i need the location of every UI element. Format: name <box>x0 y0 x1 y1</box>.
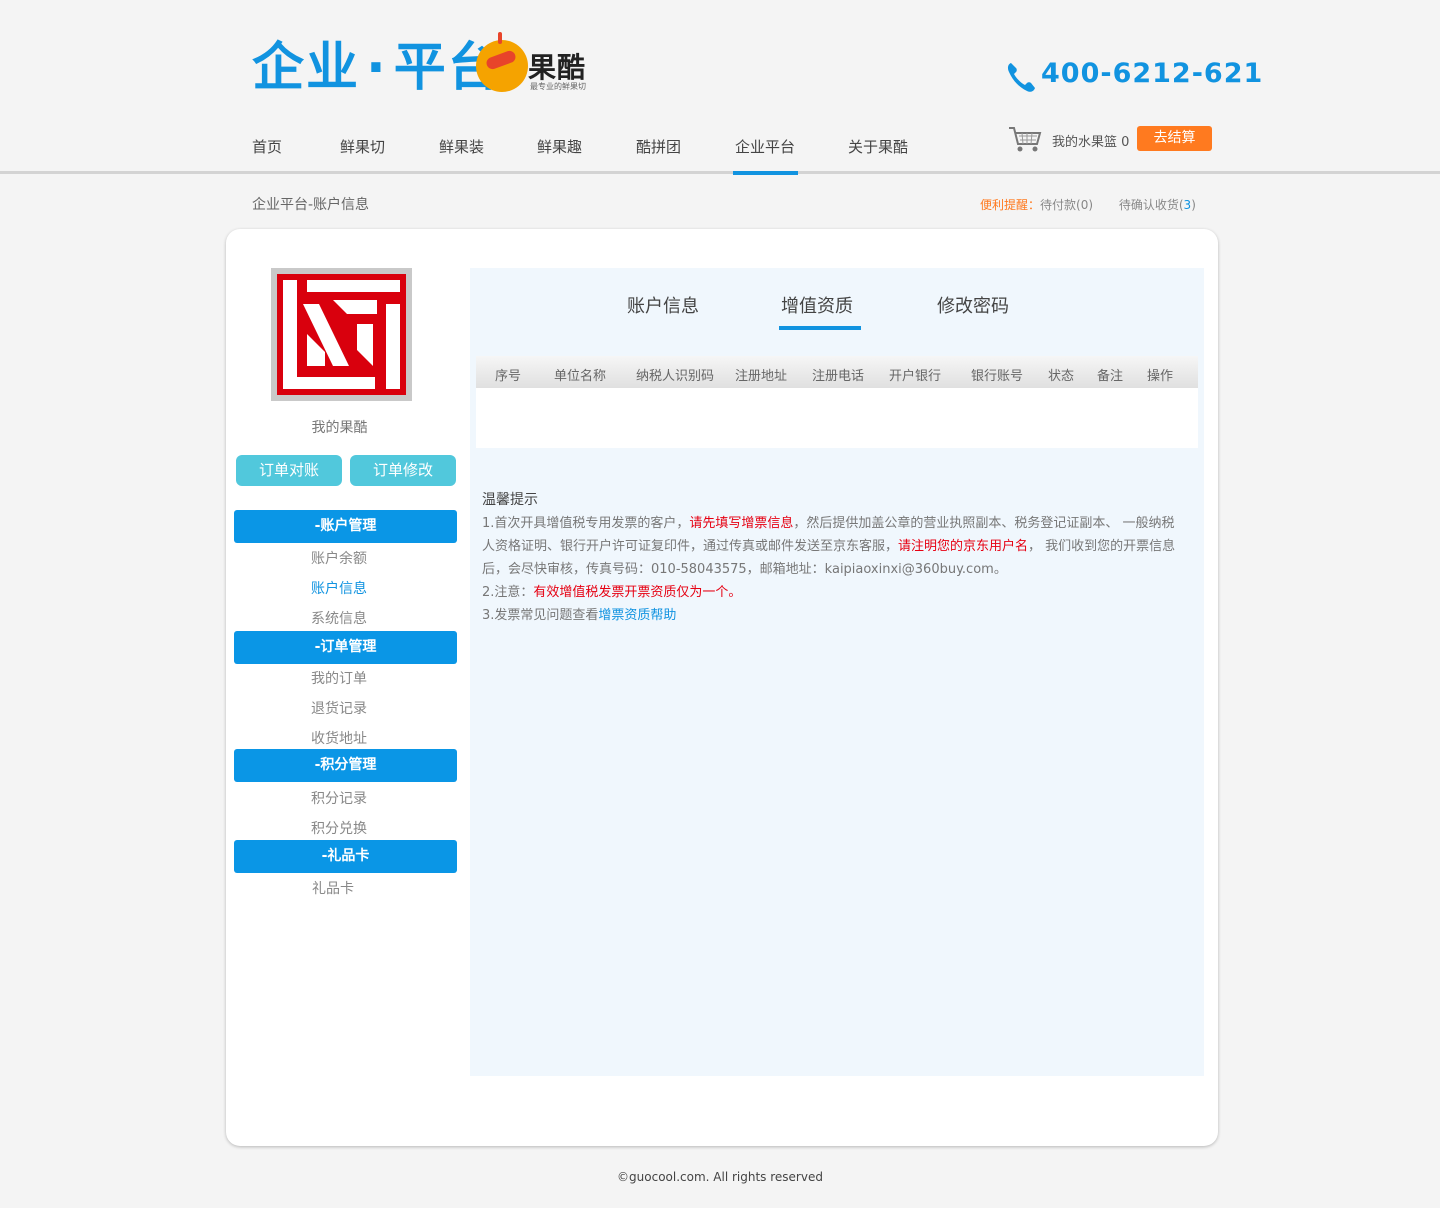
pending-receipt-label: 待确认收货( <box>1118 198 1184 212</box>
logo-dot: · <box>366 38 388 98</box>
platform-logo[interactable]: 企业 · 平台 <box>252 38 502 98</box>
checkout-button[interactable]: 去结算 <box>1137 126 1212 151</box>
pending-payment-label: 待付款( <box>1040 198 1081 212</box>
column-header: 备注 <box>1097 369 1124 384</box>
brand-name: 果酷 <box>528 51 587 84</box>
phone-icon <box>1007 63 1035 92</box>
avatar[interactable] <box>271 268 412 401</box>
column-header: 银行账号 <box>971 369 1024 384</box>
logo-text-a: 企业 <box>252 38 361 98</box>
order-reconcile-button[interactable]: 订单对账 <box>236 455 342 486</box>
cart-icon <box>1009 127 1042 152</box>
column-header: 操作 <box>1147 369 1174 384</box>
sidebar-item-balance[interactable]: 账户余额 <box>234 548 444 568</box>
column-header: 序号 <box>495 369 522 384</box>
column-header: 注册电话 <box>812 369 865 384</box>
nav-item-group-buy[interactable]: 酷拼团 <box>636 136 681 157</box>
sidebar-section-orders[interactable]: -订单管理 <box>234 631 457 664</box>
table-header: 序号 单位名称 纳税人识别码 注册地址 注册电话 开户银行 银行账号 状态 备注… <box>476 356 1198 388</box>
sidebar-section-points[interactable]: -积分管理 <box>234 749 457 782</box>
table-body <box>476 388 1198 448</box>
tab-vat-qualification[interactable]: 增值资质 <box>781 292 853 318</box>
company-logo-icon <box>277 274 406 395</box>
tip-2-text: 2.注意： <box>482 585 534 600</box>
brand-slogan: 最专业的鲜果切 <box>530 82 586 91</box>
my-account-label[interactable]: 我的果酷 <box>252 417 427 437</box>
tip-2: 2.注意：有效增值税发票开票资质仅为一个。 <box>482 581 1182 604</box>
cart-count: 0 <box>1121 135 1130 150</box>
fruit-logo-icon <box>476 32 528 92</box>
brand-logo[interactable]: 果酷 最专业的鲜果切 <box>472 32 602 94</box>
nav-item-about[interactable]: 关于果酷 <box>848 136 908 157</box>
pending-payment-link[interactable]: 待付款(0) <box>1040 198 1093 212</box>
nav-item-fresh-fun[interactable]: 鲜果趣 <box>537 136 582 157</box>
nav-item-enterprise[interactable]: 企业平台 <box>735 136 795 157</box>
cart-label: 我的水果篮 0 <box>1052 131 1129 150</box>
nav-item-fresh-pack[interactable]: 鲜果装 <box>439 136 484 157</box>
sidebar-item-returns[interactable]: 退货记录 <box>234 698 444 718</box>
column-header: 注册地址 <box>735 369 788 384</box>
tip-3: 3.发票常见问题查看增票资质帮助 <box>482 604 1182 627</box>
sidebar-section-account[interactable]: -账户管理 <box>234 510 457 543</box>
tip-1: 1.首次开具增值税专用发票的客户，请先填写增票信息，然后提供加盖公章的营业执照副… <box>482 512 1182 581</box>
tip-2-highlight: 有效增值税发票开票资质仅为一个。 <box>533 585 742 600</box>
breadcrumb: 企业平台-账户信息 <box>252 197 370 213</box>
nav-active-indicator <box>733 171 798 175</box>
header-divider <box>0 171 1440 174</box>
tip-1-text-a: 1.首次开具增值税专用发票的客户， <box>482 516 690 531</box>
sidebar-item-addresses[interactable]: 收货地址 <box>234 728 444 748</box>
column-header: 开户银行 <box>889 369 942 384</box>
vat-help-link[interactable]: 增票资质帮助 <box>598 608 676 623</box>
footer-copyright: ©guocool.com. All rights reserved <box>617 1170 823 1184</box>
sidebar-section-gift-card[interactable]: -礼品卡 <box>234 840 457 873</box>
tab-change-password[interactable]: 修改密码 <box>937 292 1009 318</box>
order-reminder: 便利提醒：待付款(0) 待确认收货(3) <box>980 196 1196 213</box>
sidebar-item-points-history[interactable]: 积分记录 <box>234 788 444 808</box>
tip-1-highlight-a: 请先填写增票信息 <box>689 516 794 531</box>
sidebar-item-points-redeem[interactable]: 积分兑换 <box>234 818 444 838</box>
tip-3-text: 3.发票常见问题查看 <box>482 608 599 623</box>
nav-item-home[interactable]: 首页 <box>252 136 282 157</box>
pending-receipt-link[interactable]: 待确认收货(3) <box>1119 198 1196 212</box>
column-header: 状态 <box>1048 369 1075 384</box>
column-header: 单位名称 <box>554 369 607 384</box>
phone-number: 400-6212-621 <box>1041 58 1264 89</box>
pending-payment-close: ) <box>1088 198 1094 212</box>
reminder-label: 便利提醒： <box>980 198 1041 212</box>
tips-title: 温馨提示 <box>482 492 538 508</box>
tip-1-highlight-b: 请注明您的京东用户名 <box>898 539 1029 554</box>
pending-receipt-close: ) <box>1191 198 1196 212</box>
sidebar-item-account-info[interactable]: 账户信息 <box>234 578 444 598</box>
tab-active-indicator <box>779 326 861 330</box>
sidebar-item-my-orders[interactable]: 我的订单 <box>234 668 444 688</box>
sidebar-item-system-info[interactable]: 系统信息 <box>234 608 444 628</box>
tips-body: 1.首次开具增值税专用发票的客户，请先填写增票信息，然后提供加盖公章的营业执照副… <box>482 512 1182 627</box>
tab-account-info[interactable]: 账户信息 <box>627 292 699 318</box>
order-modify-button[interactable]: 订单修改 <box>350 455 456 486</box>
sidebar-item-gift-card[interactable]: 礼品卡 <box>234 878 432 898</box>
cart-label-text: 我的水果篮 <box>1052 135 1118 150</box>
column-header: 纳税人识别码 <box>636 369 715 384</box>
nav-item-fresh-cut[interactable]: 鲜果切 <box>340 136 385 157</box>
